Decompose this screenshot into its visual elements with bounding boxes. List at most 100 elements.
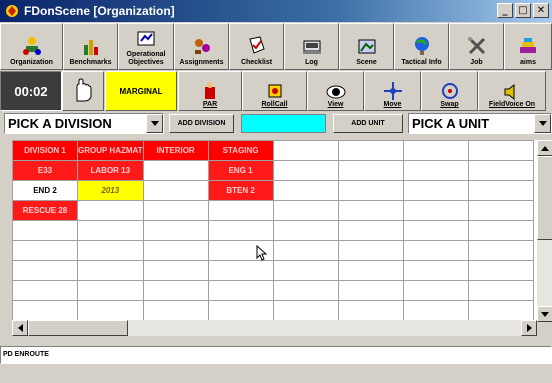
scroll-right-button[interactable] (521, 320, 537, 336)
grid-cell[interactable] (467, 140, 534, 161)
add-unit-button[interactable]: ADD UNIT (333, 114, 403, 133)
grid-cell[interactable] (272, 180, 339, 201)
grid-cell[interactable] (12, 280, 78, 301)
grid-cell[interactable] (402, 160, 469, 181)
unit-cell[interactable]: ENG 1 (207, 160, 274, 181)
grid-cell[interactable] (337, 180, 404, 201)
grid-cell[interactable] (77, 220, 144, 241)
unit-select[interactable]: PICK A UNIT (408, 113, 552, 134)
grid-cell[interactable] (467, 300, 534, 320)
minimize-button[interactable]: _ (497, 3, 513, 18)
grid-header-cell[interactable]: GROUP HAZMAT (77, 140, 144, 161)
maximize-button[interactable]: □ (515, 3, 531, 18)
grid-cell[interactable] (207, 300, 274, 320)
unit-cell[interactable]: 2013 (77, 180, 144, 201)
view-button[interactable]: View (307, 71, 364, 111)
grid-cell[interactable] (337, 140, 404, 161)
grid-cell[interactable] (272, 300, 339, 320)
horizontal-scrollbar[interactable] (12, 320, 537, 336)
grid-cell[interactable] (77, 280, 144, 301)
grid-cell[interactable] (402, 300, 469, 320)
grid-cell[interactable] (272, 280, 339, 301)
grid-cell[interactable] (12, 240, 78, 261)
unit-dropdown-button[interactable] (534, 114, 551, 133)
grid-cell[interactable] (77, 260, 144, 281)
scroll-left-button[interactable] (12, 320, 28, 336)
grid-cell[interactable] (402, 180, 469, 201)
grid-cell[interactable] (467, 220, 534, 241)
grid-cell[interactable] (337, 280, 404, 301)
scroll-up-button[interactable] (537, 140, 552, 156)
grid-cell[interactable] (402, 240, 469, 261)
unit-cell[interactable]: END 2 (12, 180, 78, 201)
horizontal-scroll-thumb[interactable] (28, 320, 128, 336)
grid-cell[interactable] (272, 160, 339, 181)
grid-cell[interactable] (467, 160, 534, 181)
close-button[interactable]: ✕ (533, 3, 549, 18)
scroll-down-button[interactable] (537, 306, 552, 322)
grid-cell[interactable] (272, 140, 339, 161)
unit-cell[interactable] (142, 160, 209, 181)
grid-cell[interactable] (337, 160, 404, 181)
job-button[interactable]: Job (449, 23, 504, 70)
move-button[interactable]: Move (364, 71, 421, 111)
log-button[interactable]: Log (284, 23, 339, 70)
unit-cell[interactable] (207, 200, 274, 221)
grid-cell[interactable] (207, 260, 274, 281)
fieldvoice-button[interactable]: FieldVoice On (478, 71, 546, 111)
benchmarks-button[interactable]: Benchmarks (63, 23, 118, 70)
unit-cell[interactable]: RESCUE 28 (12, 200, 78, 221)
scene-button[interactable]: Scene (339, 23, 394, 70)
rollcall-button[interactable]: RollCall (242, 71, 307, 111)
swap-button[interactable]: Swap (421, 71, 478, 111)
grid-cell[interactable] (272, 220, 339, 241)
grid-cell[interactable] (402, 260, 469, 281)
grid-cell[interactable] (142, 300, 209, 320)
grid-cell[interactable] (272, 200, 339, 221)
grid-cell[interactable] (467, 180, 534, 201)
grid-cell[interactable] (402, 200, 469, 221)
add-division-button[interactable]: ADD DIVISION (169, 114, 234, 133)
hand-button[interactable] (62, 71, 104, 111)
grid-cell[interactable] (12, 220, 78, 241)
grid-cell[interactable] (337, 240, 404, 261)
grid-cell[interactable] (337, 300, 404, 320)
grid-cell[interactable] (272, 260, 339, 281)
par-button[interactable]: PAR (178, 71, 242, 111)
grid-cell[interactable] (142, 280, 209, 301)
grid-cell[interactable] (467, 200, 534, 221)
grid-header-cell[interactable]: INTERIOR (142, 140, 209, 161)
unit-cell[interactable] (142, 200, 209, 221)
vertical-scroll-thumb[interactable] (537, 156, 552, 240)
grid-cell[interactable] (142, 220, 209, 241)
division-dropdown-button[interactable] (146, 114, 163, 133)
grid-cell[interactable] (207, 220, 274, 241)
tactical-info-button[interactable]: Tactical Info (394, 23, 449, 70)
grid-cell[interactable] (207, 280, 274, 301)
grid-cell[interactable] (337, 220, 404, 241)
unit-text-field[interactable] (241, 114, 326, 133)
grid-cell[interactable] (402, 140, 469, 161)
grid-header-cell[interactable]: DIVISION 1 (12, 140, 78, 161)
operational-objectives-button[interactable]: Operational Objectives (118, 23, 174, 70)
grid-cell[interactable] (142, 240, 209, 261)
unit-cell[interactable]: LABOR 13 (77, 160, 144, 181)
division-select[interactable]: PICK A DIVISION (4, 113, 164, 134)
unit-cell[interactable] (142, 180, 209, 201)
grid-cell[interactable] (12, 300, 78, 320)
grid-cell[interactable] (402, 220, 469, 241)
grid-cell[interactable] (467, 280, 534, 301)
grid-cell[interactable] (12, 260, 78, 281)
unit-cell[interactable] (77, 200, 144, 221)
checklist-button[interactable]: Checklist (229, 23, 284, 70)
grid-header-cell[interactable]: STAGING (207, 140, 274, 161)
grid-cell[interactable] (337, 260, 404, 281)
grid-cell[interactable] (402, 280, 469, 301)
unit-cell[interactable]: BTEN 2 (207, 180, 274, 201)
grid-cell[interactable] (337, 200, 404, 221)
vertical-scrollbar[interactable] (537, 140, 552, 322)
organization-button[interactable]: Organization (0, 23, 63, 70)
assignments-button[interactable]: Assignments (174, 23, 229, 70)
unit-cell[interactable]: E33 (12, 160, 78, 181)
grid-cell[interactable] (467, 240, 534, 261)
